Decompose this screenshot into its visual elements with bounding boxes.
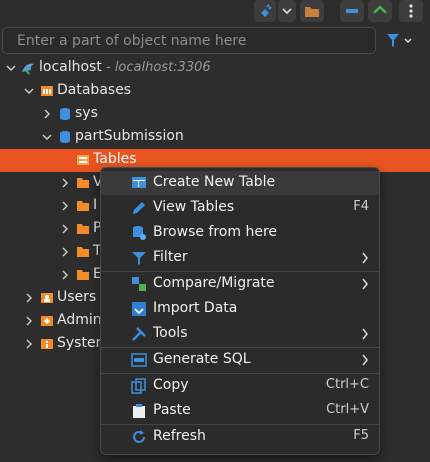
folder-icon: [77, 247, 89, 257]
submenu-arrow-icon: [362, 278, 368, 290]
filter-settings-button[interactable]: [386, 33, 416, 49]
chevron-right-icon: [62, 270, 68, 280]
menu-shortcut: Ctrl+C: [325, 377, 369, 392]
tree-label: Databases: [57, 82, 132, 98]
folder-icon: [77, 201, 89, 211]
mysql-dolphin-icon: [22, 63, 34, 75]
menu-label: Refresh: [153, 428, 206, 444]
menu-item-copy[interactable]: Copy Ctrl+C: [101, 374, 379, 398]
tables-folder-icon: [77, 155, 89, 165]
folder-icon: [41, 86, 53, 96]
chevron-right-icon: [62, 224, 68, 234]
database-icon: [60, 131, 70, 143]
tree-item-localhost[interactable]: localhost - localhost:3306: [0, 57, 430, 80]
info-folder-icon: [41, 339, 53, 349]
filter-icon: [132, 252, 146, 265]
tree-label: Tables: [93, 151, 137, 167]
pencil-icon: [133, 202, 145, 214]
chevron-right-icon: [26, 339, 32, 349]
tools-icon: [132, 327, 146, 341]
chevron-right-icon: [26, 293, 32, 303]
sync-icon: [373, 5, 387, 14]
menu-label: View Tables: [153, 199, 235, 215]
database-icon: [60, 108, 70, 120]
folder-icon: [77, 224, 89, 234]
context-menu: Create New Table View Tables F4 Browse f…: [100, 167, 380, 455]
submenu-arrow-icon: [362, 354, 368, 366]
folder-icon: [305, 7, 319, 17]
compare-icon: [132, 277, 146, 291]
menu-label: Import Data: [153, 300, 238, 316]
import-icon: [132, 302, 146, 316]
menu-label: Compare/Migrate: [153, 275, 275, 291]
menu-item-generate-sql[interactable]: Generate SQL: [101, 348, 379, 372]
chevron-down-icon: [42, 134, 52, 140]
menu-label: Copy: [153, 377, 189, 393]
menu-shortcut: Ctrl+V: [326, 402, 369, 417]
more-options-button[interactable]: [399, 0, 423, 22]
collapse-all-button[interactable]: [340, 0, 364, 22]
menu-label: Browse from here: [153, 224, 278, 240]
menu-item-browse-from-here[interactable]: Browse from here: [101, 221, 379, 245]
menu-item-tools[interactable]: Tools: [101, 322, 379, 346]
tree-label: I: [93, 197, 98, 213]
chevron-down-icon: [24, 88, 34, 94]
sql-icon: [131, 353, 147, 367]
menu-item-view-tables[interactable]: View Tables F4: [101, 196, 379, 220]
menu-label: Create New Table: [153, 174, 276, 190]
chevron-down-icon: [6, 65, 16, 71]
filter-icon: [387, 34, 412, 47]
tree-item-databases[interactable]: Databases: [0, 80, 430, 103]
menu-item-import-data[interactable]: Import Data: [101, 297, 379, 321]
menu-item-compare-migrate[interactable]: Compare/Migrate: [101, 272, 379, 296]
link-editor-button[interactable]: [368, 0, 392, 22]
toolbar: [0, 0, 430, 24]
refresh-icon: [133, 430, 145, 443]
menu-item-filter[interactable]: Filter: [101, 246, 379, 270]
folder-icon: [77, 270, 89, 280]
kebab-menu-icon: [409, 4, 413, 18]
chevron-right-icon: [62, 247, 68, 257]
search-box: [2, 27, 376, 54]
submenu-arrow-icon: [362, 252, 368, 264]
tree-item-partsubmission[interactable]: partSubmission: [0, 126, 430, 149]
connection-label: localhost: [39, 59, 102, 75]
connection-detail: - localhost:3306: [106, 60, 211, 75]
search-input[interactable]: [3, 28, 367, 53]
paste-icon: [133, 404, 145, 418]
admin-folder-icon: [41, 316, 53, 326]
menu-shortcut: F4: [353, 199, 369, 214]
folder-icon: [77, 178, 89, 188]
chevron-right-icon: [44, 109, 50, 119]
menu-shortcut: F5: [353, 428, 369, 443]
connect-dropdown-button[interactable]: [278, 0, 296, 22]
tree-label: sys: [75, 105, 98, 121]
chevron-right-icon: [62, 178, 68, 188]
tree-label: partSubmission: [75, 128, 184, 144]
copy-icon: [131, 378, 146, 394]
menu-item-create-new-table[interactable]: Create New Table: [101, 171, 379, 195]
connect-button[interactable]: [254, 0, 276, 22]
collapse-icon: [346, 9, 358, 13]
new-folder-button[interactable]: [300, 0, 324, 22]
menu-item-refresh[interactable]: Refresh F5: [101, 425, 379, 449]
menu-label: Generate SQL: [153, 351, 251, 367]
users-folder-icon: [41, 293, 53, 303]
submenu-arrow-icon: [362, 328, 368, 340]
chevron-right-icon: [62, 201, 68, 211]
chevron-right-icon: [26, 316, 32, 326]
menu-label: Filter: [153, 249, 188, 265]
database-browse-icon: [133, 226, 146, 240]
plug-icon: [261, 4, 272, 17]
tree-label: Users: [57, 289, 97, 305]
menu-label: Tools: [153, 325, 188, 341]
chevron-down-icon: [282, 8, 292, 15]
tree-item-sys[interactable]: sys: [0, 103, 430, 126]
menu-label: Paste: [153, 402, 191, 418]
tree-label: Admin: [57, 312, 102, 328]
menu-item-paste[interactable]: Paste Ctrl+V: [101, 399, 379, 423]
table-add-icon: [132, 177, 146, 188]
